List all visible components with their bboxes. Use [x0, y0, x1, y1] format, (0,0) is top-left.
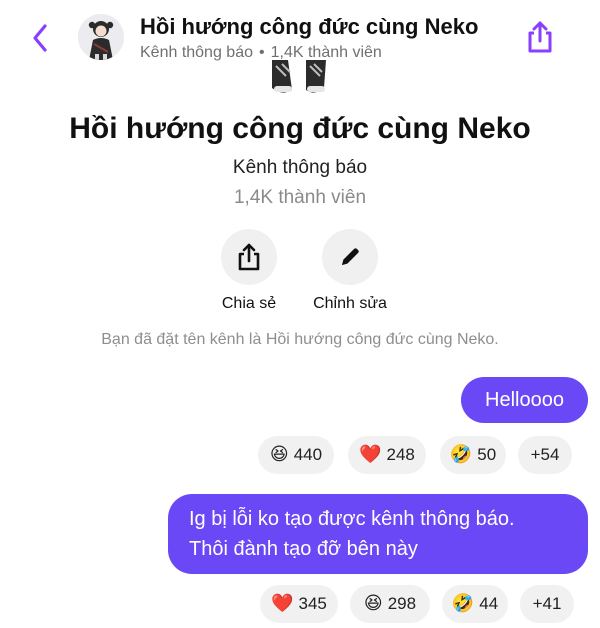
channel-avatar[interactable] — [78, 14, 124, 60]
heart-emoji-icon: ❤️ — [271, 593, 294, 614]
neko-avatar-image — [272, 60, 326, 93]
edit-action-circle[interactable] — [322, 229, 378, 285]
edit-action-button[interactable]: Chỉnh sửa — [290, 229, 410, 313]
reaction-pill[interactable]: 😆 440 — [258, 436, 334, 474]
message-bubble[interactable]: Helloooo — [461, 377, 588, 423]
channel-name: Hồi hướng công đức cùng Neko — [69, 112, 531, 145]
back-button[interactable] — [26, 22, 54, 54]
more-reactions-pill[interactable]: +54 — [518, 436, 572, 474]
laughing-emoji-icon: 😆 — [363, 593, 383, 614]
chevron-left-icon — [33, 24, 47, 52]
channel-member-count: 1,4K thành viên — [233, 187, 367, 208]
more-reactions-pill[interactable]: +41 — [520, 585, 574, 623]
message-text-line: Thôi đành tạo đỡ bên này — [189, 538, 418, 560]
heart-emoji-icon: ❤️ — [359, 444, 382, 465]
rolling-laughing-emoji-icon: 🤣 — [449, 444, 473, 465]
message-text-line: Ig bị lỗi ko tạo được kênh thông báo. — [189, 508, 515, 530]
reaction-pill[interactable]: 😆 298 — [350, 585, 430, 623]
reaction-pill[interactable]: ❤️ 248 — [348, 436, 426, 474]
share-button-top[interactable] — [522, 18, 558, 56]
header-member-count: 1,4K thành viên — [270, 44, 382, 61]
reaction-pill[interactable]: ❤️ 345 — [260, 585, 338, 623]
reaction-pill[interactable]: 🤣 50 — [440, 436, 506, 474]
message-bubble[interactable]: Ig bị lỗi ko tạo được kênh thông báo. Th… — [168, 494, 588, 574]
reaction-count: 50 — [477, 445, 497, 464]
more-reactions-count: +41 — [532, 594, 562, 613]
share-icon — [528, 21, 552, 53]
share-icon — [238, 243, 260, 271]
share-action-circle[interactable] — [221, 229, 277, 285]
more-reactions-count: +54 — [530, 445, 560, 464]
channel-avatar-large — [262, 60, 336, 100]
header-title: Hồi hướng công đức cùng Neko — [140, 14, 479, 39]
header-subtitle: Kênh thông báo • 1,4K thành viên — [140, 44, 382, 62]
reaction-pill[interactable]: 🤣 44 — [442, 585, 508, 623]
rolling-laughing-emoji-icon: 🤣 — [451, 593, 475, 614]
reaction-count: 248 — [386, 445, 415, 464]
reaction-count: 440 — [293, 445, 323, 464]
neko-avatar-image — [78, 14, 124, 60]
header-separator: • — [259, 44, 265, 61]
reaction-count: 298 — [387, 594, 417, 613]
message-text: Helloooo — [485, 389, 564, 411]
channel-type: Kênh thông báo — [232, 157, 368, 178]
header-channel-type: Kênh thông báo — [140, 44, 253, 61]
reaction-count: 345 — [298, 594, 327, 613]
channel-rename-notice: Bạn đã đặt tên kênh là Hồi hướng công đứ… — [101, 331, 499, 348]
laughing-emoji-icon: 😆 — [269, 444, 289, 465]
pencil-icon — [342, 248, 359, 265]
reaction-count: 44 — [479, 594, 499, 613]
edit-action-label: Chỉnh sửa — [313, 295, 387, 312]
